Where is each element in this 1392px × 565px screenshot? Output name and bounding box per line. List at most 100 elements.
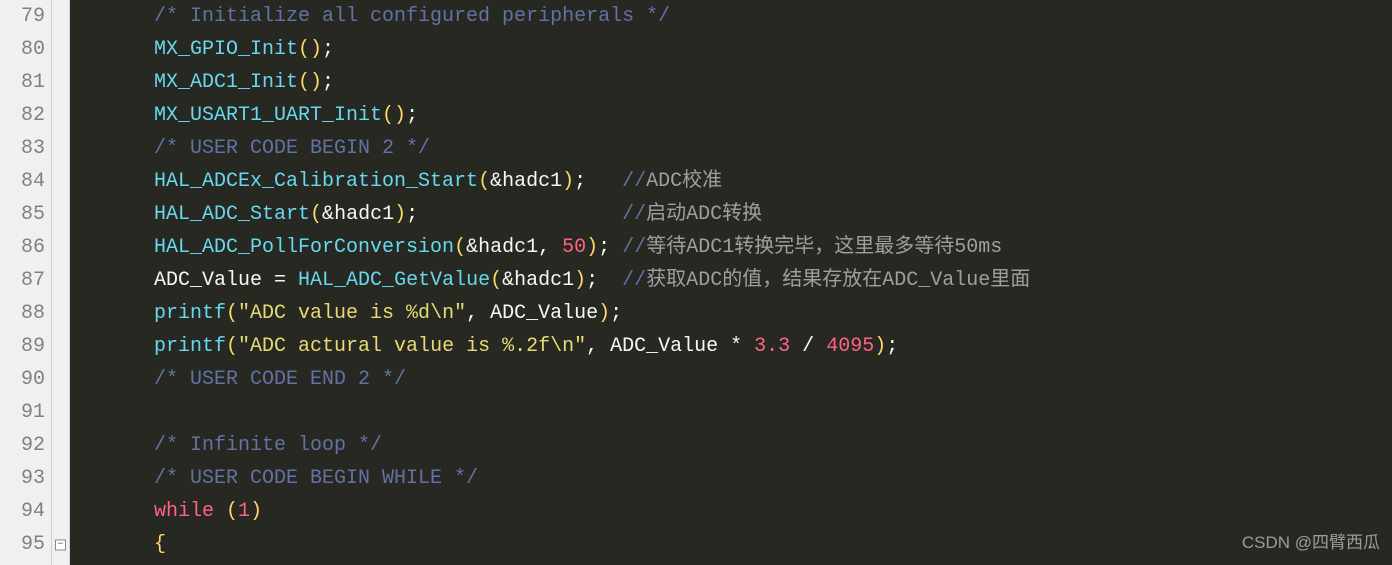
code-line[interactable]: /* Infinite loop */ bbox=[82, 429, 1392, 462]
code-token: 4095 bbox=[826, 335, 874, 358]
line-number: 81 bbox=[4, 66, 45, 99]
code-token: hadc1 bbox=[502, 170, 562, 193]
code-token: printf bbox=[154, 302, 226, 325]
code-line[interactable]: while (1) bbox=[82, 495, 1392, 528]
code-token: ( bbox=[454, 236, 466, 259]
code-token bbox=[214, 500, 226, 523]
code-token: = bbox=[262, 269, 298, 292]
code-token: ADC_Value bbox=[490, 302, 598, 325]
fold-gutter-cell bbox=[52, 198, 69, 231]
code-line[interactable]: { bbox=[82, 528, 1392, 561]
code-token: ; bbox=[406, 104, 418, 127]
code-token: , bbox=[466, 302, 490, 325]
code-line[interactable]: MX_GPIO_Init(); bbox=[82, 33, 1392, 66]
code-token: ( bbox=[226, 302, 238, 325]
fold-gutter-cell bbox=[52, 297, 69, 330]
code-line[interactable]: printf("ADC value is %d\n", ADC_Value); bbox=[82, 297, 1392, 330]
line-number-gutter: 7980818283848586878889909192939495 bbox=[0, 0, 52, 565]
fold-gutter-cell bbox=[52, 99, 69, 132]
fold-gutter-cell bbox=[52, 363, 69, 396]
line-number: 93 bbox=[4, 462, 45, 495]
fold-gutter-cell bbox=[52, 132, 69, 165]
line-number: 84 bbox=[4, 165, 45, 198]
code-token: 等待ADC1转换完毕，这里最多等待50ms bbox=[646, 236, 1002, 259]
code-token: () bbox=[298, 38, 322, 61]
fold-gutter-cell bbox=[52, 231, 69, 264]
code-token: ) bbox=[586, 236, 598, 259]
code-line[interactable]: HAL_ADCEx_Calibration_Start(&hadc1); //A… bbox=[82, 165, 1392, 198]
code-token: hadc1 bbox=[334, 203, 394, 226]
code-token: ; bbox=[886, 335, 898, 358]
code-token: ) bbox=[562, 170, 574, 193]
code-token: & bbox=[502, 269, 514, 292]
code-area[interactable]: /* Initialize all configured peripherals… bbox=[70, 0, 1392, 565]
code-token: // bbox=[622, 170, 646, 193]
line-number: 95 bbox=[4, 528, 45, 561]
line-number: 92 bbox=[4, 429, 45, 462]
code-token: /* Initialize all configured peripherals… bbox=[154, 5, 670, 28]
line-number: 90 bbox=[4, 363, 45, 396]
code-token: MX_GPIO_Init bbox=[154, 38, 298, 61]
line-number: 88 bbox=[4, 297, 45, 330]
code-token: MX_USART1_UART_Init bbox=[154, 104, 382, 127]
code-token: * bbox=[718, 335, 754, 358]
line-number: 87 bbox=[4, 264, 45, 297]
code-token: ( bbox=[478, 170, 490, 193]
code-line[interactable]: printf("ADC actural value is %.2f\n", AD… bbox=[82, 330, 1392, 363]
code-token: ) bbox=[250, 500, 262, 523]
code-token: ( bbox=[226, 500, 238, 523]
line-number: 86 bbox=[4, 231, 45, 264]
fold-gutter-cell bbox=[52, 429, 69, 462]
code-token: while bbox=[154, 500, 214, 523]
code-token bbox=[418, 203, 622, 226]
code-token: "ADC actural value is %.2f\n" bbox=[238, 335, 586, 358]
code-line[interactable] bbox=[82, 396, 1392, 429]
code-token: // bbox=[622, 269, 646, 292]
line-number: 91 bbox=[4, 396, 45, 429]
code-token: / bbox=[790, 335, 826, 358]
code-token: "ADC value is %d\n" bbox=[238, 302, 466, 325]
code-token: // bbox=[622, 236, 646, 259]
code-token: , bbox=[538, 236, 562, 259]
code-token: ; bbox=[610, 302, 622, 325]
fold-gutter-cell bbox=[52, 264, 69, 297]
code-line[interactable]: MX_USART1_UART_Init(); bbox=[82, 99, 1392, 132]
code-line[interactable]: MX_ADC1_Init(); bbox=[82, 66, 1392, 99]
code-line[interactable]: /* USER CODE END 2 */ bbox=[82, 363, 1392, 396]
code-token: ) bbox=[574, 269, 586, 292]
code-line[interactable]: HAL_ADC_Start(&hadc1); //启动ADC转换 bbox=[82, 198, 1392, 231]
code-token: ( bbox=[490, 269, 502, 292]
fold-minus-icon[interactable]: − bbox=[55, 539, 66, 550]
code-token: ; bbox=[598, 236, 610, 259]
code-token: ( bbox=[226, 335, 238, 358]
fold-gutter-cell bbox=[52, 396, 69, 429]
code-token: () bbox=[382, 104, 406, 127]
code-token: , bbox=[586, 335, 610, 358]
code-token: ; bbox=[586, 269, 598, 292]
code-token: 获取ADC的值，结果存放在ADC_Value里面 bbox=[646, 269, 1030, 292]
code-line[interactable]: ADC_Value = HAL_ADC_GetValue(&hadc1); //… bbox=[82, 264, 1392, 297]
code-token: MX_ADC1_Init bbox=[154, 71, 298, 94]
code-token bbox=[610, 236, 622, 259]
code-line[interactable]: /* Initialize all configured peripherals… bbox=[82, 0, 1392, 33]
line-number: 85 bbox=[4, 198, 45, 231]
code-line[interactable]: HAL_ADC_PollForConversion(&hadc1, 50); /… bbox=[82, 231, 1392, 264]
fold-gutter-cell bbox=[52, 0, 69, 33]
code-token: ADC校准 bbox=[646, 170, 722, 193]
code-token: /* USER CODE BEGIN WHILE */ bbox=[154, 467, 478, 490]
code-token: & bbox=[322, 203, 334, 226]
fold-gutter-cell bbox=[52, 33, 69, 66]
code-token: ; bbox=[574, 170, 586, 193]
line-number: 89 bbox=[4, 330, 45, 363]
code-token: { bbox=[154, 533, 166, 556]
code-line[interactable]: /* USER CODE BEGIN 2 */ bbox=[82, 132, 1392, 165]
code-token: /* Infinite loop */ bbox=[154, 434, 382, 457]
code-token: ; bbox=[322, 38, 334, 61]
code-token: HAL_ADC_Start bbox=[154, 203, 310, 226]
code-token: 启动ADC转换 bbox=[646, 203, 762, 226]
code-token bbox=[598, 269, 622, 292]
code-editor: 7980818283848586878889909192939495 − /* … bbox=[0, 0, 1392, 565]
code-token: 3.3 bbox=[754, 335, 790, 358]
code-token: ) bbox=[394, 203, 406, 226]
code-line[interactable]: /* USER CODE BEGIN WHILE */ bbox=[82, 462, 1392, 495]
